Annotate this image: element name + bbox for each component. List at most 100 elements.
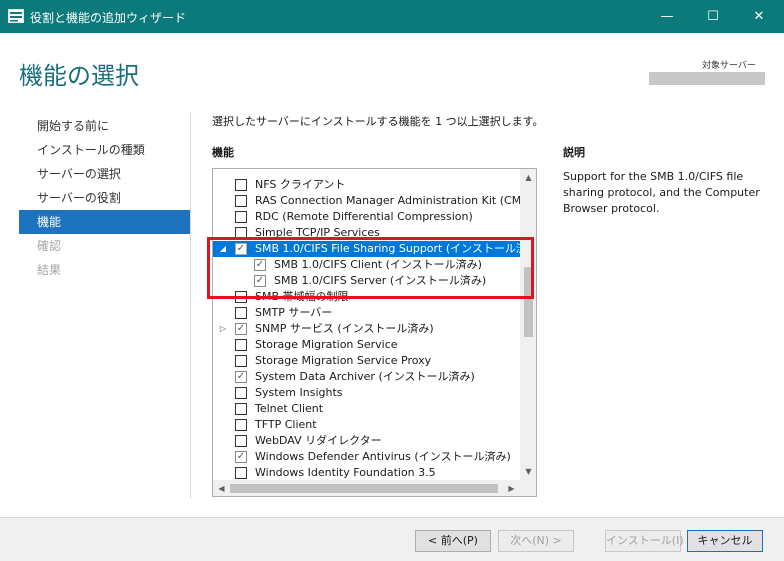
- feature-label: RAS Connection Manager Administration Ki…: [255, 194, 520, 207]
- feature-row[interactable]: SMTP サーバー: [213, 305, 520, 321]
- feature-checkbox[interactable]: [235, 339, 247, 351]
- feature-checkbox[interactable]: ✓: [235, 243, 247, 255]
- feature-checkbox[interactable]: [235, 435, 247, 447]
- feature-row[interactable]: ✓ SMB 1.0/CIFS Server (インストール済み): [213, 273, 520, 289]
- feature-checkbox[interactable]: [235, 227, 247, 239]
- feature-row[interactable]: Windows Identity Foundation 3.5: [213, 465, 520, 480]
- feature-checkbox[interactable]: [235, 387, 247, 399]
- maximize-button[interactable]: ☐: [690, 0, 736, 33]
- feature-row[interactable]: RDC (Remote Differential Compression): [213, 209, 520, 225]
- destination-server-label: 対象サーバー: [702, 61, 756, 71]
- feature-label: SMB 1.0/CIFS File Sharing Support (インストー…: [255, 242, 520, 255]
- vertical-scrollbar[interactable]: ▲ ▼: [520, 169, 536, 480]
- feature-checkbox[interactable]: ✓: [235, 323, 247, 335]
- feature-row[interactable]: SMB 帯域幅の制限: [213, 289, 520, 305]
- feature-label: Windows Identity Foundation 3.5: [255, 466, 436, 479]
- feature-label: System Data Archiver (インストール済み): [255, 370, 475, 383]
- instruction-text: 選択したサーバーにインストールする機能を 1 つ以上選択します。: [212, 115, 544, 128]
- maximize-icon: ☐: [707, 9, 719, 24]
- feature-checkbox[interactable]: [235, 403, 247, 415]
- features-list[interactable]: NFS クライアント RAS Connection Manager Adminis…: [212, 168, 537, 497]
- feature-label: SMB 1.0/CIFS Server (インストール済み): [274, 274, 487, 287]
- feature-label: Storage Migration Service Proxy: [255, 354, 432, 367]
- feature-row[interactable]: Storage Migration Service Proxy: [213, 353, 520, 369]
- feature-label: SMB 帯域幅の制限: [255, 290, 349, 303]
- nav-item[interactable]: 機能: [19, 210, 190, 234]
- horizontal-scroll-thumb[interactable]: [230, 484, 498, 493]
- feature-checkbox[interactable]: [235, 179, 247, 191]
- feature-checkbox[interactable]: [235, 307, 247, 319]
- feature-checkbox[interactable]: [235, 467, 247, 479]
- feature-label: SNMP サービス (インストール済み): [255, 322, 434, 335]
- nav-item[interactable]: インストールの種類: [19, 138, 190, 162]
- feature-row[interactable]: Telnet Client: [213, 401, 520, 417]
- nav-item: 確認: [37, 239, 62, 253]
- feature-checkbox[interactable]: [235, 419, 247, 431]
- feature-checkbox[interactable]: ✓: [254, 259, 266, 271]
- description-heading: 説明: [563, 146, 585, 159]
- cancel-button[interactable]: キャンセル: [687, 530, 763, 552]
- scroll-left-icon[interactable]: ◀: [213, 480, 230, 496]
- feature-row[interactable]: ✓ SMB 1.0/CIFS Client (インストール済み): [213, 257, 520, 273]
- feature-checkbox[interactable]: [235, 355, 247, 367]
- feature-row[interactable]: Storage Migration Service: [213, 337, 520, 353]
- feature-label: TFTP Client: [255, 418, 317, 431]
- scroll-up-icon[interactable]: ▲: [520, 169, 536, 186]
- feature-checkbox[interactable]: ✓: [235, 371, 247, 383]
- nav-item[interactable]: 開始する前に: [19, 114, 190, 138]
- next-button[interactable]: 次へ(N) >: [498, 530, 574, 552]
- feature-row[interactable]: System Insights: [213, 385, 520, 401]
- minimize-button[interactable]: —: [644, 0, 690, 33]
- nav-item: 結果: [37, 263, 62, 277]
- expand-toggle-icon[interactable]: ◢: [218, 241, 228, 257]
- feature-row[interactable]: Simple TCP/IP Services: [213, 225, 520, 241]
- close-button[interactable]: ✕: [736, 0, 782, 33]
- scroll-down-icon[interactable]: ▼: [520, 463, 536, 480]
- wizard-nav: 開始する前に インストールの種類 サーバーの選択 サーバーの役割 機能確認結果: [19, 114, 190, 282]
- feature-row[interactable]: ✓ Windows Defender Antivirus (インストール済み): [213, 449, 520, 465]
- feature-checkbox[interactable]: [235, 195, 247, 207]
- install-button[interactable]: インストール(I): [605, 530, 684, 552]
- feature-checkbox[interactable]: [235, 211, 247, 223]
- close-icon: ✕: [753, 9, 765, 24]
- feature-row[interactable]: ▷ ✓ SNMP サービス (インストール済み): [213, 321, 520, 337]
- horizontal-scrollbar[interactable]: ◀ ▶: [213, 480, 520, 496]
- scroll-right-icon[interactable]: ▶: [503, 480, 520, 496]
- feature-row[interactable]: WebDAV リダイレクター: [213, 433, 520, 449]
- feature-row[interactable]: ◢ ✓ SMB 1.0/CIFS File Sharing Support (インス…: [213, 241, 520, 257]
- features-list-viewport: NFS クライアント RAS Connection Manager Adminis…: [213, 169, 520, 480]
- feature-row[interactable]: ✓ System Data Archiver (インストール済み): [213, 369, 520, 385]
- window-title: 役割と機能の追加ウィザード: [30, 11, 187, 25]
- feature-label: Storage Migration Service: [255, 338, 398, 351]
- destination-server-value: [649, 72, 765, 85]
- nav-item[interactable]: サーバーの役割: [19, 186, 190, 210]
- feature-checkbox[interactable]: [235, 291, 247, 303]
- expand-toggle-icon[interactable]: ▷: [218, 321, 228, 337]
- feature-row[interactable]: NFS クライアント: [213, 177, 520, 193]
- page-title: 機能の選択: [19, 62, 139, 90]
- feature-row[interactable]: RAS Connection Manager Administration Ki…: [213, 193, 520, 209]
- feature-label: NFS クライアント: [255, 178, 346, 191]
- scroll-corner: [520, 480, 536, 496]
- previous-button[interactable]: < 前へ(P): [415, 530, 491, 552]
- vertical-scroll-thumb[interactable]: [524, 267, 533, 337]
- server-manager-icon: [8, 9, 24, 23]
- feature-checkbox[interactable]: ✓: [235, 451, 247, 463]
- feature-checkbox[interactable]: ✓: [254, 275, 266, 287]
- nav-item[interactable]: サーバーの選択: [19, 162, 190, 186]
- feature-label: RDC (Remote Differential Compression): [255, 210, 473, 223]
- feature-row[interactable]: TFTP Client: [213, 417, 520, 433]
